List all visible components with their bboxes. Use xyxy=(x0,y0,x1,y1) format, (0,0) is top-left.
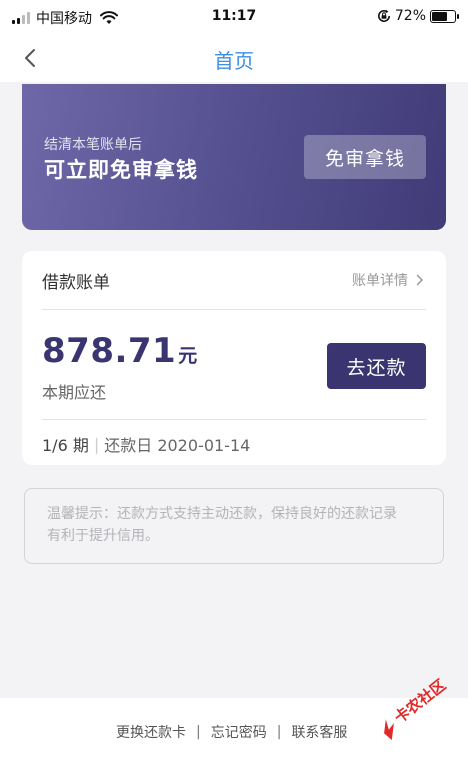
battery-icon xyxy=(430,9,459,23)
footer-links: 更换还款卡 | 忘记密码 | 联系客服 xyxy=(116,722,347,742)
divider xyxy=(42,309,426,310)
tip-text-line1: 温馨提示：还款方式支持主动还款，保持良好的还款记录 xyxy=(47,506,397,522)
nav-bar: 首页 xyxy=(0,34,468,82)
tip-text-line2: 有利于提升信用。 xyxy=(47,528,159,544)
battery-fill xyxy=(432,11,447,21)
watermark-text: 卡农社区 xyxy=(391,676,449,727)
period-separator: | xyxy=(93,434,100,454)
bill-card: 借款账单 账单详情 878.71 元 本期应还 去还款 1/6 期 | 还款日 … xyxy=(22,251,446,465)
promo-headline: 可立即免审拿钱 xyxy=(44,158,198,182)
period-count: 1/6 期 xyxy=(42,436,89,455)
amount-due-label: 本期应还 xyxy=(42,383,107,402)
repay-date: 还款日 2020-01-14 xyxy=(104,436,251,455)
page-title: 首页 xyxy=(214,49,254,73)
amount-row: 878.71 元 xyxy=(42,331,197,371)
promo-subtitle: 结清本笔账单后 xyxy=(44,137,142,153)
tip-box: 温馨提示：还款方式支持主动还款，保持良好的还款记录 有利于提升信用。 xyxy=(24,488,444,564)
chevron-right-icon xyxy=(416,274,424,286)
status-right: 72% xyxy=(377,8,459,24)
repay-button[interactable]: 去还款 xyxy=(327,343,426,389)
bill-title: 借款账单 xyxy=(42,273,110,293)
change-card-link[interactable]: 更换还款卡 xyxy=(116,722,186,742)
amount-unit: 元 xyxy=(178,345,198,367)
instant-cash-button[interactable]: 免审拿钱 xyxy=(304,135,426,179)
rotation-lock-icon xyxy=(377,9,390,22)
bill-detail-link[interactable]: 账单详情 xyxy=(352,270,424,290)
period-row: 1/6 期 | 还款日 2020-01-14 xyxy=(42,432,250,456)
forgot-password-link[interactable]: 忘记密码 xyxy=(211,722,267,742)
bill-detail-label: 账单详情 xyxy=(352,273,408,289)
watermark-logo: 卡农社区 xyxy=(384,676,449,740)
amount-due: 878.71 xyxy=(42,331,177,371)
footer-separator: | xyxy=(196,724,201,740)
battery-percent: 72% xyxy=(394,8,426,24)
contact-service-link[interactable]: 联系客服 xyxy=(291,722,347,742)
status-bar: 中国移动 11:17 72% xyxy=(0,0,468,34)
promo-banner: 结清本笔账单后 可立即免审拿钱 免审拿钱 xyxy=(22,84,446,230)
footer-separator: | xyxy=(276,724,282,740)
divider xyxy=(42,419,426,420)
